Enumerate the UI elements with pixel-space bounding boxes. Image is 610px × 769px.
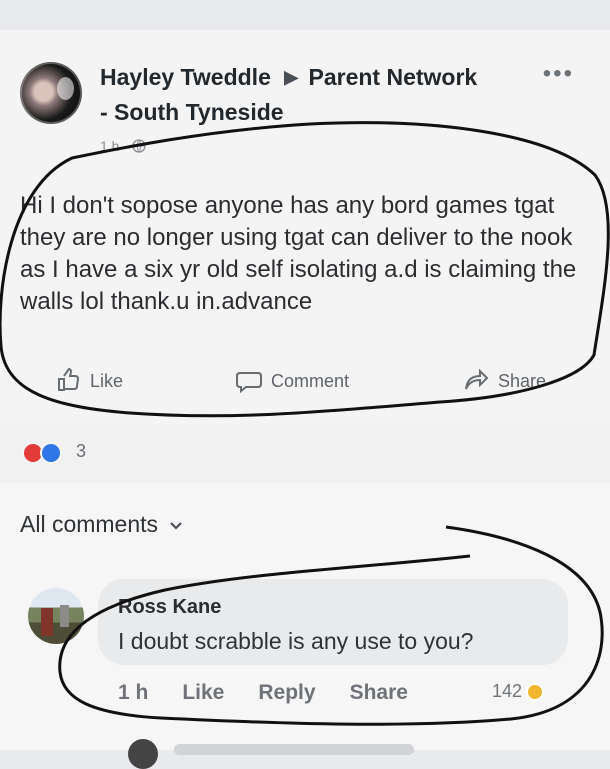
all-comments-filter[interactable]: All comments [20, 511, 184, 538]
post-meta: 1 h · [100, 138, 146, 154]
author-avatar[interactable] [20, 62, 82, 124]
group-name[interactable]: Parent Network [309, 64, 478, 90]
comment-text: I doubt scrabble is any use to you? [118, 628, 474, 654]
group-arrow-icon: ▶ [284, 67, 299, 87]
share-button[interactable]: Share [462, 367, 546, 395]
like-reaction-icon [40, 441, 62, 464]
reactions-summary[interactable]: 3 [22, 441, 87, 464]
comment-reaction-number: 142 [492, 681, 523, 701]
comment-label: Comment [271, 370, 350, 391]
comment-button[interactable]: Comment [235, 367, 349, 395]
comment-actions: 1 h Like Reply Share [118, 681, 408, 705]
share-label: Share [498, 370, 547, 391]
post-header: Hayley Tweddle ▶ Parent Network [100, 62, 530, 92]
next-comment-preview [128, 739, 548, 769]
like-button[interactable]: Like [54, 367, 123, 395]
globe-icon [132, 139, 146, 153]
comment-reaction-count[interactable]: 142 [492, 681, 545, 702]
reaction-icons [22, 441, 70, 464]
comment-like-button[interactable]: Like [182, 681, 224, 705]
post-body-text: Hi I don't sopose anyone has any bord ga… [20, 192, 577, 315]
comment-reaction-icon [526, 682, 545, 701]
comment-time[interactable]: 1 h [118, 681, 148, 705]
like-label: Like [90, 370, 124, 391]
post-actions: Like Comment Share [0, 360, 610, 404]
more-options-icon[interactable]: ••• [543, 62, 574, 86]
commenter-avatar[interactable] [28, 588, 84, 644]
comment-reply-button[interactable]: Reply [258, 681, 315, 705]
next-commenter-avatar[interactable] [128, 739, 158, 769]
author-name[interactable]: Hayley Tweddle [100, 64, 271, 90]
reaction-summary-row: 3 [0, 425, 610, 483]
comment-icon [236, 372, 262, 394]
reaction-count: 3 [76, 441, 87, 461]
comments-section: All comments Ross Kane I doubt scrabble … [0, 483, 610, 769]
share-arrow-icon [465, 368, 489, 390]
chevron-down-icon [170, 521, 182, 530]
group-location[interactable]: - South Tyneside [100, 97, 360, 127]
all-comments-label: All comments [20, 511, 159, 537]
comment-share-button[interactable]: Share [350, 681, 408, 705]
thumbs-up-icon [58, 367, 80, 391]
post-time[interactable]: 1 h · [100, 138, 128, 154]
commenter-name[interactable]: Ross Kane [118, 596, 221, 619]
